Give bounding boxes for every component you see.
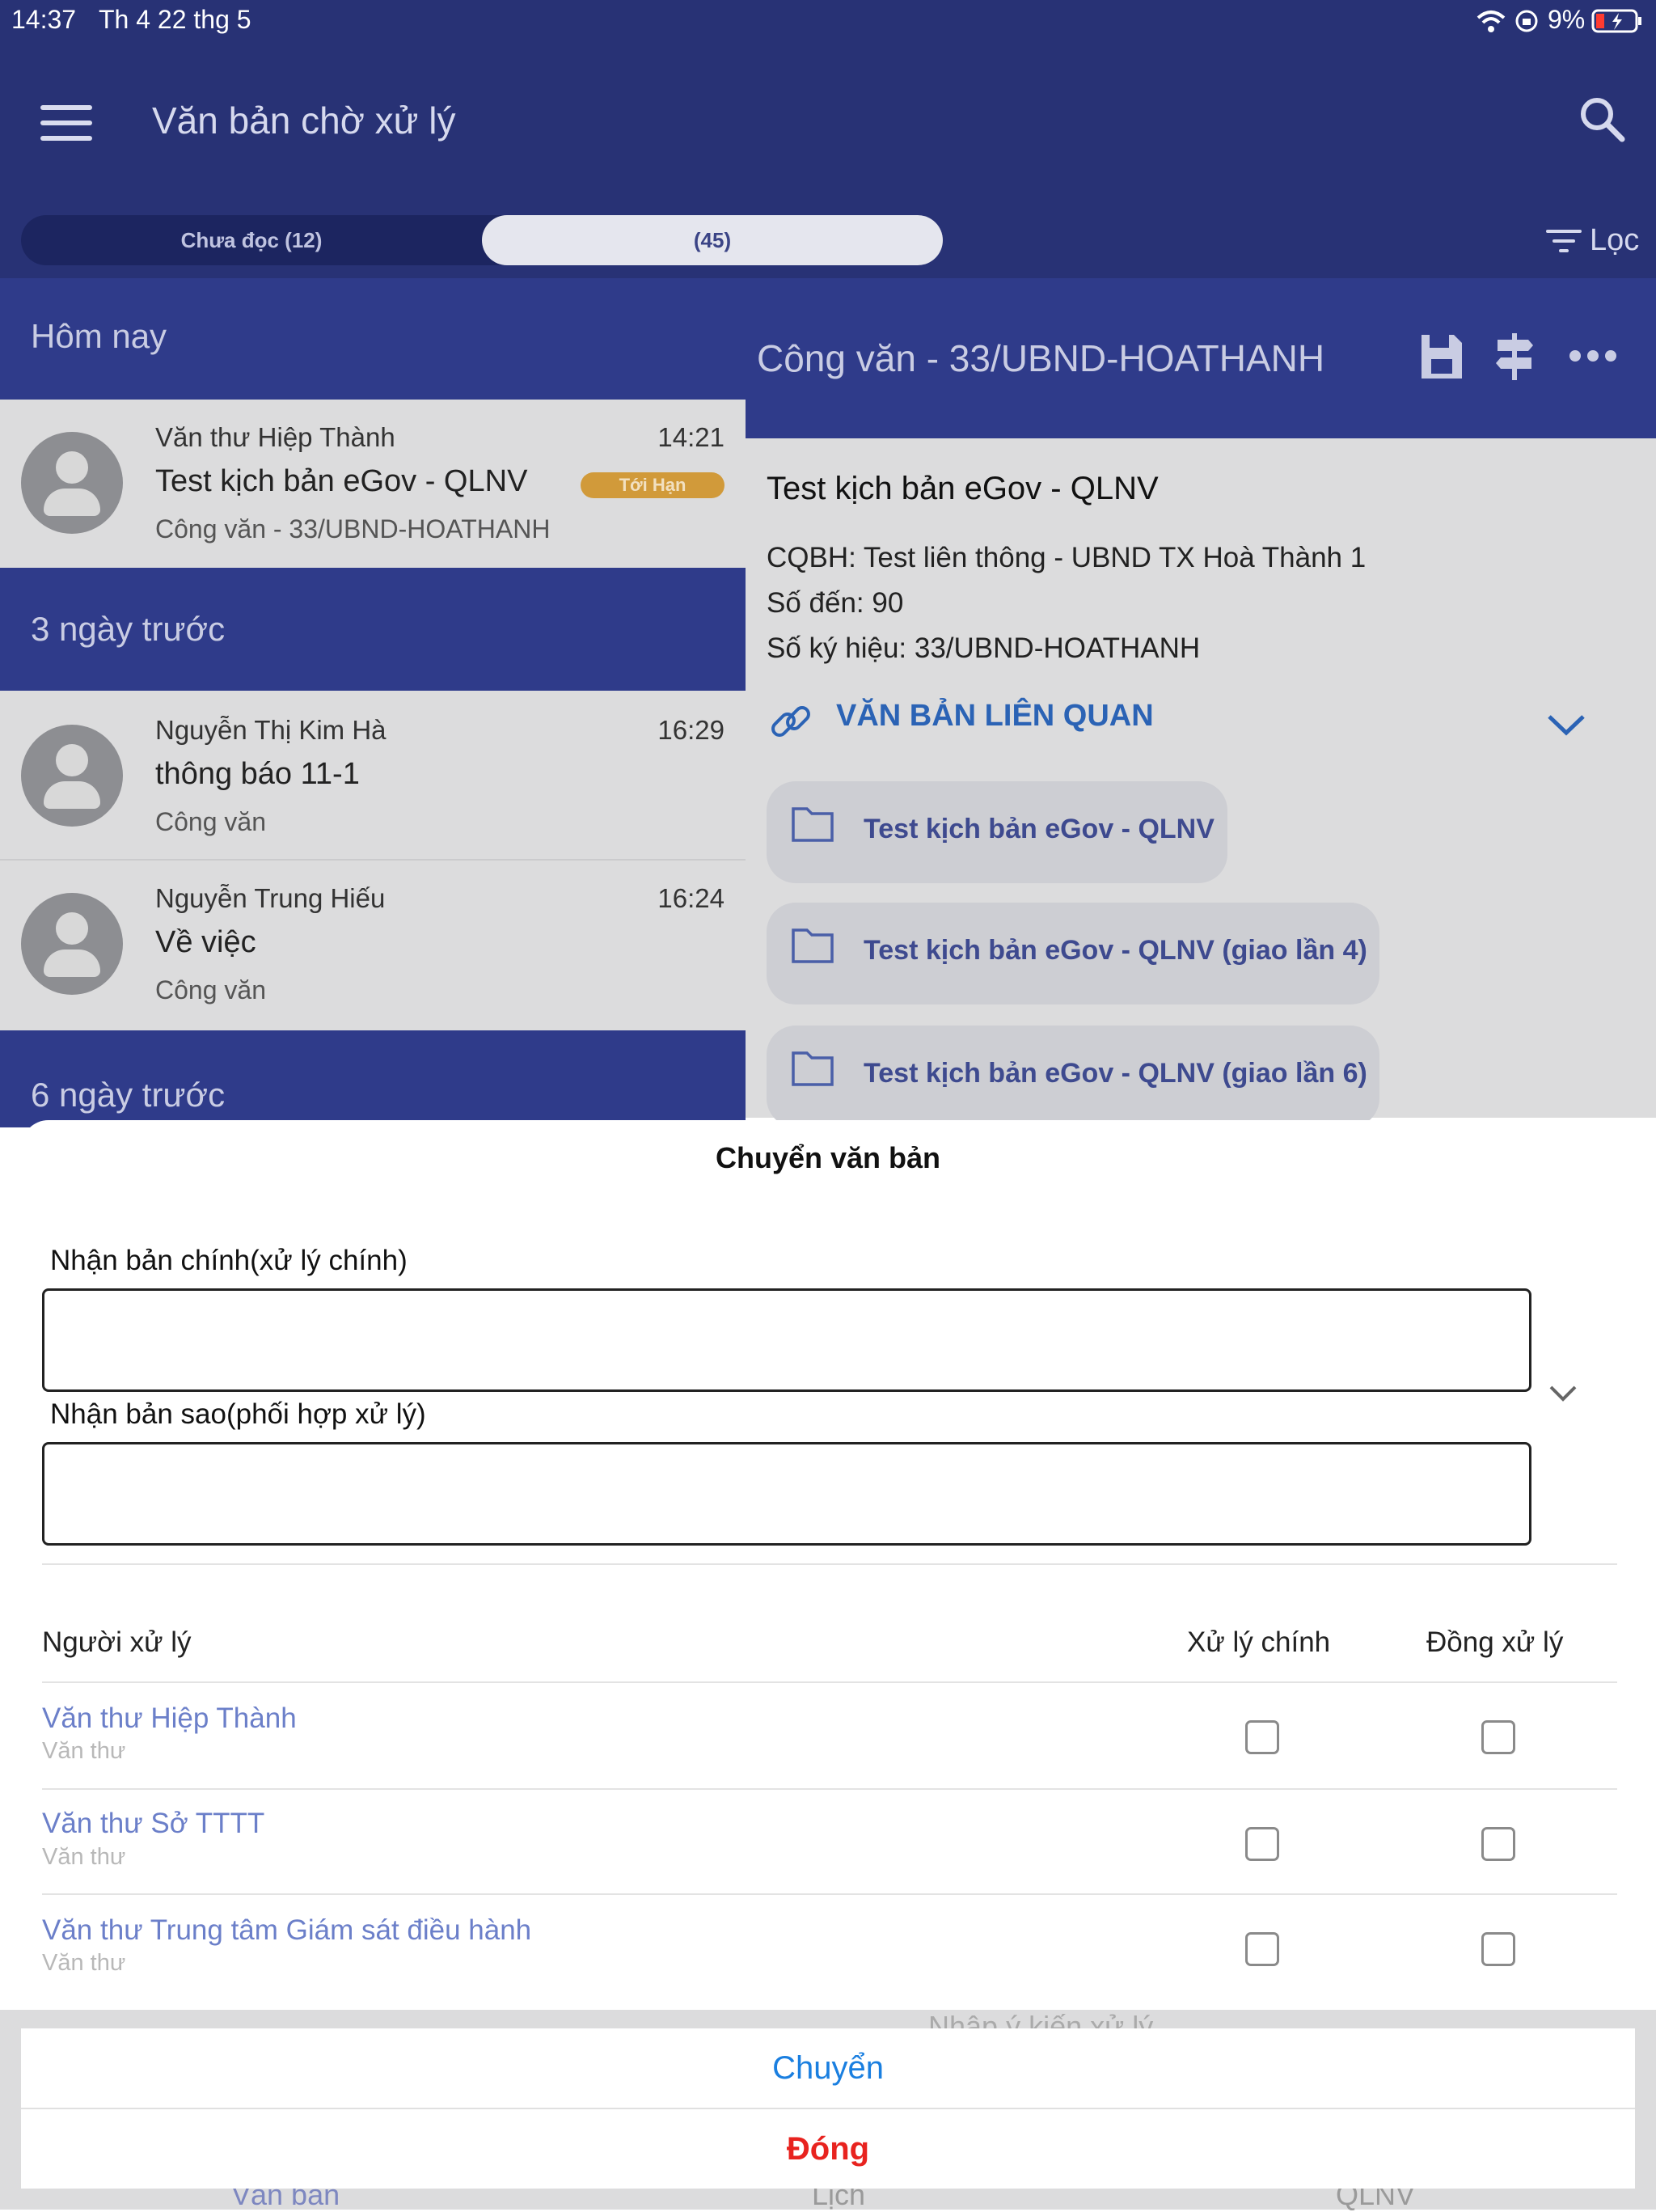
item-time: 14:21 (657, 422, 724, 452)
item-subject: thông báo 11-1 (155, 757, 360, 791)
submit-forward-button[interactable]: Chuyển (21, 2028, 1635, 2108)
detail-so-ky-hieu: Số ký hiệu: 33/UBND-HOATHANH (767, 632, 1201, 664)
folder-icon (792, 807, 834, 842)
section-title: 6 ngày trước (31, 1076, 226, 1114)
item-kind: Công văn (155, 975, 266, 1004)
wifi-icon (1475, 8, 1507, 34)
status-time: 14:37 (11, 5, 77, 34)
detail-cqbh: CQBH: Test liên thông - UBND TX Hoà Thàn… (767, 542, 1367, 573)
divider (42, 1681, 1617, 1683)
save-icon[interactable] (1418, 332, 1465, 382)
folder-icon (792, 1051, 834, 1086)
detail-header-title: Công văn - 33/UBND-HOATHANH (757, 337, 1325, 379)
status-badge: Tới Hạn (581, 472, 724, 498)
filter-button[interactable]: Lọc (1590, 223, 1639, 258)
read-filter-segment: Chưa đọc (12) (45) (21, 215, 943, 265)
person-name: Văn thư Hiệp Thành (42, 1702, 297, 1734)
copy-recipient-field[interactable] (42, 1442, 1531, 1546)
co-handler-checkbox[interactable] (1481, 1720, 1515, 1754)
forward-document-dialog: Chuyển văn bản Nhận bản chính(xử lý chín… (21, 1120, 1635, 2010)
divider (42, 1563, 1617, 1565)
related-doc-title: Test kịch bản eGov - QLNV (giao lần 6) (864, 1058, 1367, 1089)
related-doc-item[interactable]: Test kịch bản eGov - QLNV (giao lần 4) (767, 903, 1379, 1004)
divider (42, 1893, 1617, 1895)
item-kind: Công văn (155, 807, 266, 836)
menu-icon[interactable] (40, 105, 92, 141)
filter-icon[interactable] (1544, 225, 1583, 257)
orientation-lock-icon (1514, 8, 1540, 34)
item-kind: Công văn - 33/UBND-HOATHANH (155, 514, 551, 543)
divider (42, 1788, 1617, 1790)
person-role: Văn thư (42, 1950, 126, 1976)
column-main: Xử lý chính (1187, 1626, 1331, 1658)
status-date: Th 4 22 thg 5 (99, 5, 251, 34)
related-doc-title: Test kịch bản eGov - QLNV (864, 814, 1215, 844)
related-doc-item[interactable]: Test kịch bản eGov - QLNV (767, 781, 1227, 883)
detail-body: Test kịch bản eGov - QLNV CQBH: Test liê… (746, 438, 1656, 1127)
list-item[interactable]: Văn thư Hiệp Thành 14:21 Test kịch bản e… (0, 400, 746, 568)
avatar (21, 725, 123, 827)
folder-icon (792, 928, 834, 963)
section-header: 3 ngày trước (0, 568, 746, 691)
section-header: Hôm nay (0, 278, 747, 400)
item-time: 16:24 (657, 883, 724, 913)
chevron-down-icon[interactable] (1546, 712, 1586, 736)
section-title: Hôm nay (31, 317, 167, 355)
main-recipient-label: Nhận bản chính(xử lý chính) (50, 1245, 408, 1276)
related-doc-title: Test kịch bản eGov - QLNV (giao lần 4) (864, 935, 1367, 966)
item-sender: Nguyễn Trung Hiếu (155, 883, 386, 913)
person-role: Văn thư (42, 1738, 126, 1764)
main-handler-checkbox[interactable] (1245, 1827, 1279, 1861)
tab-all[interactable]: (45) (482, 215, 943, 265)
related-doc-item[interactable]: Test kịch bản eGov - QLNV (giao lần 6) (767, 1026, 1379, 1127)
section-header: 6 ngày trước (0, 1030, 746, 1127)
item-subject: Test kịch bản eGov - QLNV (155, 464, 528, 498)
close-dialog-button[interactable]: Đóng (21, 2109, 1635, 2189)
avatar (21, 432, 123, 534)
person-name: Văn thư Sở TTTT (42, 1808, 265, 1839)
avatar (21, 893, 123, 995)
more-icon[interactable] (1569, 348, 1617, 364)
item-time: 16:29 (657, 715, 724, 745)
main-handler-checkbox[interactable] (1245, 1932, 1279, 1966)
co-handler-checkbox[interactable] (1481, 1827, 1515, 1861)
signpost-icon[interactable] (1494, 332, 1535, 382)
person-role: Văn thư (42, 1844, 126, 1870)
detail-so-den: Số đến: 90 (767, 587, 904, 619)
detail-title: Test kịch bản eGov - QLNV (767, 471, 1159, 506)
dialog-title: Chuyển văn bản (715, 1141, 941, 1174)
copy-recipient-label: Nhận bản sao(phối hợp xử lý) (50, 1398, 426, 1430)
tab-unread[interactable]: Chưa đọc (12) (21, 215, 482, 265)
column-co: Đồng xử lý (1426, 1626, 1564, 1658)
page-title: Văn bản chờ xử lý (152, 99, 456, 142)
list-item[interactable]: Nguyễn Thị Kim Hà 16:29 thông báo 11-1 C… (0, 691, 746, 861)
detail-header: Công văn - 33/UBND-HOATHANH (746, 278, 1656, 438)
main-recipient-field[interactable] (42, 1288, 1531, 1392)
column-person: Người xử lý (42, 1626, 192, 1658)
item-sender: Nguyễn Thị Kim Hà (155, 715, 387, 745)
co-handler-checkbox[interactable] (1481, 1932, 1515, 1966)
person-name: Văn thư Trung tâm Giám sát điều hành (42, 1914, 532, 1946)
battery-percent: 9% (1548, 5, 1586, 34)
item-subject: Về việc (155, 925, 256, 959)
related-docs-toggle[interactable]: VĂN BẢN LIÊN QUAN (836, 699, 1154, 734)
battery-icon (1591, 8, 1643, 34)
main-handler-checkbox[interactable] (1245, 1720, 1279, 1754)
item-sender: Văn thư Hiệp Thành (155, 422, 395, 452)
section-title: 3 ngày trước (31, 610, 226, 648)
search-icon[interactable] (1577, 94, 1627, 144)
chevron-down-icon[interactable] (1548, 1384, 1578, 1403)
list-item[interactable]: Nguyễn Trung Hiếu 16:24 Về việc Công văn (0, 861, 746, 1030)
link-icon (767, 697, 815, 746)
